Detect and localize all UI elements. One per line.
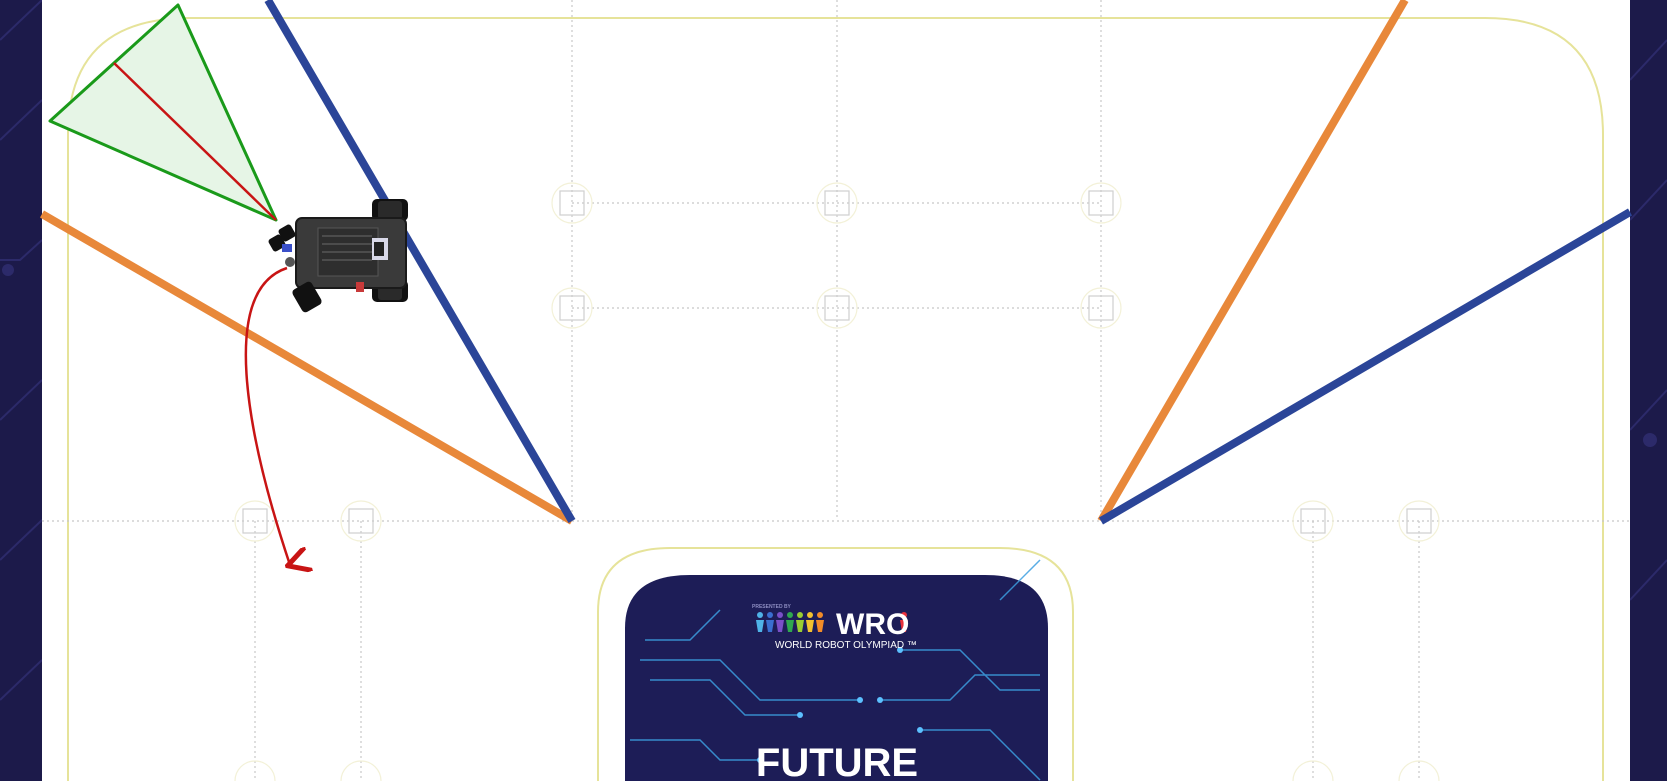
center-wro-panel: PRESENTED BY WRO WORLD ROBOT OLYMPIAD ™ … <box>625 559 1048 781</box>
competition-field: PRESENTED BY WRO WORLD ROBOT OLYMPIAD ™ … <box>0 0 1667 781</box>
presented-by-label: PRESENTED BY <box>752 604 792 610</box>
wro-tagline: WORLD ROBOT OLYMPIAD ™ <box>775 640 917 651</box>
future-headline: FUTURE <box>756 741 918 781</box>
wro-brand-text: WRO <box>836 608 909 641</box>
